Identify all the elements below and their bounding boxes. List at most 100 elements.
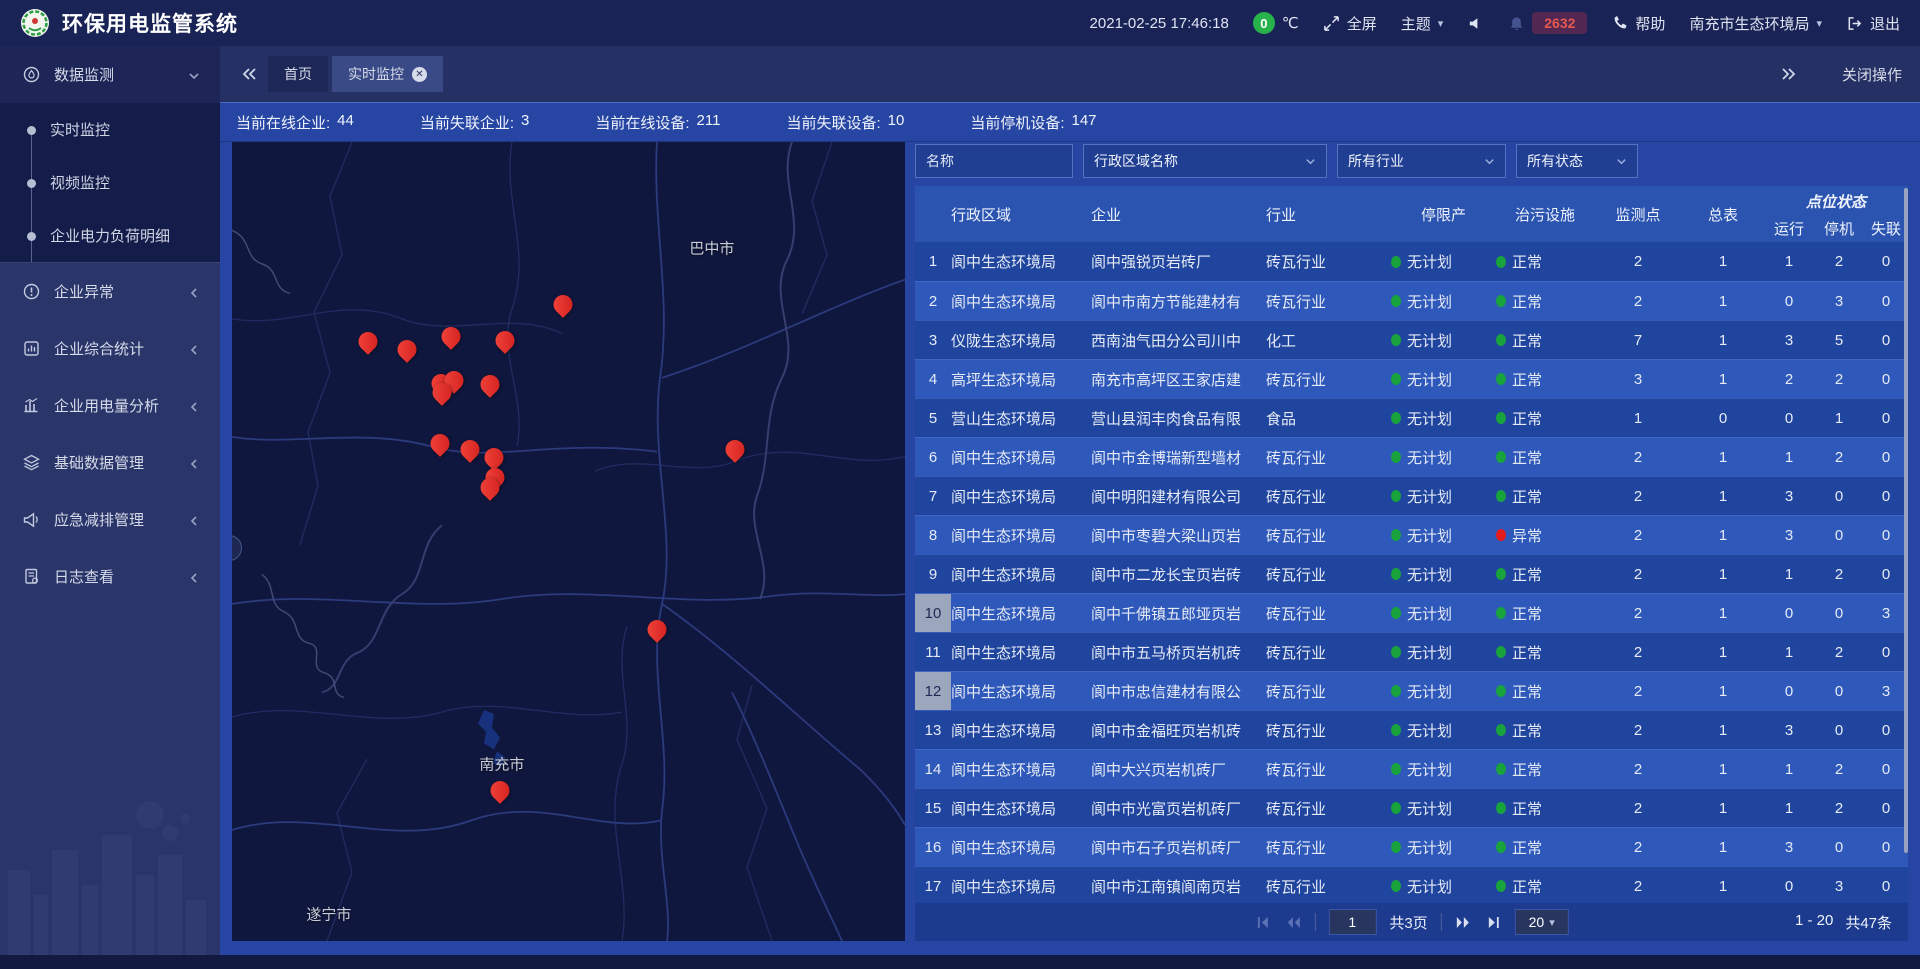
cell-running: 0 [1764, 878, 1814, 895]
table-row[interactable]: 12阆中生态环境局阆中市忠信建材有限公砖瓦行业无计划正常21003 [915, 671, 1908, 710]
cell-industry: 砖瓦行业 [1266, 564, 1391, 585]
location-pin-icon[interactable] [648, 620, 667, 639]
location-pin-icon[interactable] [430, 434, 449, 453]
location-pin-icon[interactable] [441, 327, 460, 346]
status-dot-green [1391, 568, 1401, 580]
first-page-icon[interactable] [1254, 914, 1271, 931]
cell-stop-production: 无计划 [1391, 798, 1496, 819]
col-header-1: 企业 [1091, 186, 1266, 242]
table-row[interactable]: 9阆中生态环境局阆中市二龙长宝页岩砖砖瓦行业无计划正常21120 [915, 554, 1908, 593]
status-dot-green [1496, 802, 1506, 814]
status-dot-green [1391, 451, 1401, 463]
stat-label: 当前失联设备: [786, 112, 880, 133]
status-text: 无计划 [1407, 564, 1452, 585]
location-pin-icon[interactable] [480, 478, 499, 497]
tab-close-icon[interactable]: ✕ [412, 67, 427, 82]
table-row[interactable]: 8阆中生态环境局阆中市枣碧大梁山页岩砖瓦行业无计划异常21300 [915, 515, 1908, 554]
cell-treatment-facility: 正常 [1496, 681, 1594, 702]
status-text: 正常 [1512, 564, 1542, 585]
table-row[interactable]: 15阆中生态环境局阆中市光富页岩机砖厂砖瓦行业无计划正常21120 [915, 788, 1908, 827]
table-row[interactable]: 5营山生态环境局营山县润丰肉食品有限食品无计划正常10010 [915, 398, 1908, 437]
status-dot-green [1391, 724, 1401, 736]
status-text: 正常 [1512, 486, 1542, 507]
sidebar-item-3[interactable]: 企业用电量分析 [0, 377, 220, 434]
sidebar-item-label: 日志查看 [54, 566, 114, 587]
tab-0[interactable]: 首页 [268, 56, 328, 92]
cell-total-meters: 1 [1682, 644, 1764, 661]
tab-label: 实时监控 [348, 64, 404, 84]
cell-disconnected: 3 [1864, 605, 1908, 622]
fullscreen-button[interactable]: 全屏 [1323, 13, 1377, 34]
last-page-icon[interactable] [1485, 914, 1502, 931]
name-filter-input[interactable] [915, 144, 1073, 178]
cell-monitor-points: 2 [1594, 722, 1682, 739]
table-row[interactable]: 6阆中生态环境局阆中市金博瑞新型墙材砖瓦行业无计划正常21120 [915, 437, 1908, 476]
tab-label: 首页 [284, 64, 312, 84]
cell-region: 高坪生态环境局 [951, 369, 1091, 390]
table-row[interactable]: 1阆中生态环境局阆中强锐页岩砖厂砖瓦行业无计划正常21120 [915, 242, 1908, 281]
next-page-icon[interactable] [1455, 914, 1472, 931]
mute-speaker-icon[interactable] [1467, 15, 1484, 32]
stat-label: 当前失联企业: [420, 112, 514, 133]
table-row[interactable]: 11阆中生态环境局阆中市五马桥页岩机砖砖瓦行业无计划正常21120 [915, 632, 1908, 671]
sidebar-item-6[interactable]: 日志查看 [0, 548, 220, 605]
location-pin-icon[interactable] [725, 440, 744, 459]
sidebar-item-1[interactable]: 企业异常 [0, 263, 220, 320]
table-row[interactable]: 7阆中生态环境局阆中明阳建材有限公司砖瓦行业无计划正常21300 [915, 476, 1908, 515]
table-scrollbar-thumb[interactable] [1904, 188, 1908, 853]
alarm-counter[interactable]: 2632 [1508, 12, 1587, 34]
sidebar-item-2[interactable]: 企业综合统计 [0, 320, 220, 377]
theme-button[interactable]: 主题 ▾ [1401, 13, 1444, 34]
sidebar-subitem-0-2[interactable]: 企业电力负荷明细 [0, 209, 220, 262]
sidebar-subitem-0-1[interactable]: 视频监控 [0, 156, 220, 209]
page-size-select[interactable]: 20 ▾ [1515, 909, 1569, 935]
cell-running: 3 [1764, 332, 1814, 349]
cell-industry: 砖瓦行业 [1266, 486, 1391, 507]
table-row[interactable]: 2阆中生态环境局阆中市南方节能建材有砖瓦行业无计划正常21030 [915, 281, 1908, 320]
cell-stop-production: 无计划 [1391, 720, 1496, 741]
table-row[interactable]: 16阆中生态环境局阆中市石子页岩机砖厂砖瓦行业无计划正常21300 [915, 827, 1908, 866]
logout-button[interactable]: 退出 [1846, 13, 1900, 34]
table-row[interactable]: 4高坪生态环境局南充市高坪区王家店建砖瓦行业无计划正常31220 [915, 359, 1908, 398]
org-menu[interactable]: 南充市生态环境局 ▾ [1689, 13, 1822, 34]
cell-industry: 砖瓦行业 [1266, 291, 1391, 312]
location-pin-icon[interactable] [480, 375, 499, 394]
prev-page-icon[interactable] [1284, 914, 1301, 931]
cell-running: 0 [1764, 683, 1814, 700]
location-pin-icon[interactable] [461, 440, 480, 459]
location-pin-icon[interactable] [432, 383, 451, 402]
tab-1[interactable]: 实时监控 ✕ [332, 56, 443, 92]
tabs-scroll-left-icon[interactable] [240, 65, 258, 83]
region-filter-select[interactable]: 行政区域名称 [1083, 144, 1327, 178]
cell-monitor-points: 2 [1594, 449, 1682, 466]
table-row[interactable]: 3仪陇生态环境局西南油气田分公司川中化工无计划正常71350 [915, 320, 1908, 359]
location-pin-icon[interactable] [490, 781, 509, 800]
location-pin-icon[interactable] [554, 295, 573, 314]
location-pin-icon[interactable] [358, 332, 377, 351]
map-panel[interactable]: 巴中市南充市遂宁市 [232, 142, 905, 941]
help-button[interactable]: 帮助 [1611, 13, 1665, 34]
location-pin-icon[interactable] [496, 331, 515, 350]
status-filter-select[interactable]: 所有状态 [1516, 144, 1638, 178]
table-row[interactable]: 17阆中生态环境局阆中市江南镇阆南页岩砖瓦行业无计划正常21030 [915, 866, 1908, 903]
page-number-input[interactable] [1328, 909, 1376, 935]
col-header-2: 行业 [1266, 186, 1391, 242]
close-operations-button[interactable]: 关闭操作 [1842, 64, 1902, 85]
location-pin-icon[interactable] [484, 448, 503, 467]
table-row[interactable]: 13阆中生态环境局阆中市金福旺页岩机砖砖瓦行业无计划正常21300 [915, 710, 1908, 749]
cell-stopped: 0 [1814, 839, 1864, 856]
content: 巴中市南充市遂宁市 行政区域名称 所有行业 [220, 142, 1920, 955]
cell-stopped: 0 [1814, 605, 1864, 622]
cell-industry: 砖瓦行业 [1266, 837, 1391, 858]
status-dot-green [1391, 373, 1401, 385]
sidebar-subitem-0-0[interactable]: 实时监控 [0, 103, 220, 156]
sidebar-item-0[interactable]: 数据监测 [0, 46, 220, 103]
location-pin-icon[interactable] [397, 340, 416, 359]
table-row[interactable]: 14阆中生态环境局阆中大兴页岩机砖厂砖瓦行业无计划正常21120 [915, 749, 1908, 788]
industry-filter-select[interactable]: 所有行业 [1337, 144, 1506, 178]
sidebar-item-5[interactable]: 应急减排管理 [0, 491, 220, 548]
gauge-icon [22, 65, 41, 84]
table-row[interactable]: 10阆中生态环境局阆中千佛镇五郎垭页岩砖瓦行业无计划正常21003 [915, 593, 1908, 632]
sidebar-item-4[interactable]: 基础数据管理 [0, 434, 220, 491]
tabs-scroll-right-icon[interactable] [1780, 65, 1798, 83]
